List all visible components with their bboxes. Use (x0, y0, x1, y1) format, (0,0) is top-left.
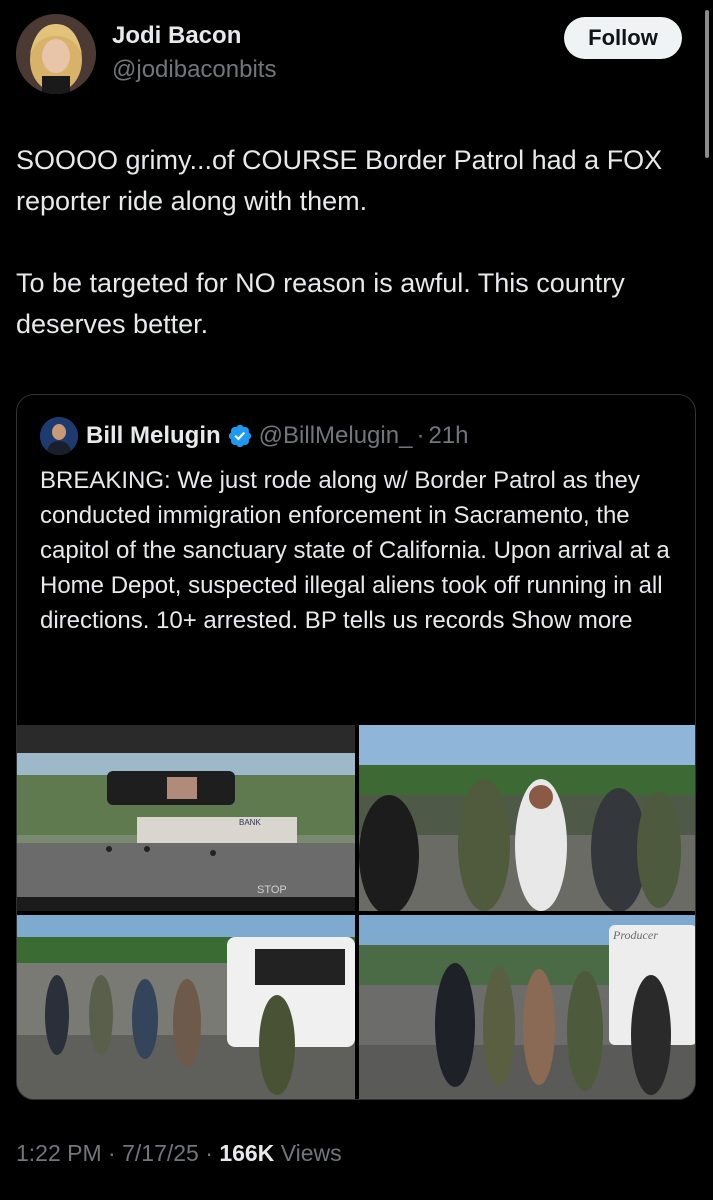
quoted-tweet-text: BREAKING: We just rode along w/ Border P… (40, 463, 680, 638)
tweet-paragraph: To be targeted for NO reason is awful. T… (16, 268, 625, 339)
scrollbar[interactable] (705, 10, 709, 158)
author-handle[interactable]: @jodibaconbits (112, 56, 276, 84)
tweet-header: Jodi Bacon @jodibaconbits Follow (16, 14, 682, 96)
show-more-link[interactable]: Show more (511, 607, 632, 634)
stop-text: STOP (257, 884, 287, 896)
tweet-metadata: 1:22 PM · 7/17/25 · 166K Views (16, 1140, 342, 1167)
author-name[interactable]: Jodi Bacon (112, 22, 241, 50)
photo-van-detention[interactable] (17, 915, 355, 1099)
views-count: 166K (219, 1140, 275, 1166)
photo-image: BANK STOP (17, 725, 355, 911)
quoted-avatar-photo (40, 417, 78, 455)
quoted-author-name[interactable]: Bill Melugin (86, 422, 221, 450)
media-grid: BANK STOP Producer (17, 725, 695, 1099)
quoted-author-handle[interactable]: @BillMelugin_ (259, 422, 413, 450)
avatar-photo (16, 14, 96, 94)
quoted-timestamp[interactable]: 21h (428, 422, 468, 450)
photo-car-dashboard[interactable]: BANK STOP (17, 725, 355, 911)
quoted-avatar[interactable] (40, 417, 78, 455)
photo-escort[interactable]: Producer (359, 915, 695, 1099)
quoted-tweet[interactable]: Bill Melugin @BillMelugin_ · 21h BREAKIN… (16, 394, 696, 1100)
post-date[interactable]: 7/17/25 (122, 1140, 199, 1166)
post-time[interactable]: 1:22 PM (16, 1140, 102, 1166)
quoted-tweet-header: Bill Melugin @BillMelugin_ · 21h (40, 417, 468, 455)
follow-button[interactable]: Follow (564, 17, 682, 59)
tweet-paragraph: SOOOO grimy...of COURSE Border Patrol ha… (16, 145, 663, 216)
verified-badge-icon (228, 424, 251, 448)
tweet-text: SOOOO grimy...of COURSE Border Patrol ha… (16, 140, 696, 386)
views-label: Views (280, 1140, 342, 1166)
photo-image (359, 725, 695, 911)
separator-dot: · (205, 1140, 213, 1166)
producer-text: Producer (612, 928, 658, 942)
photo-image: Producer (359, 915, 695, 1099)
separator-dot: · (108, 1140, 116, 1166)
bank-sign: BANK (239, 818, 261, 827)
avatar[interactable] (16, 14, 96, 94)
photo-image (17, 915, 355, 1099)
photo-arrest[interactable] (359, 725, 695, 911)
separator-dot: · (416, 422, 425, 449)
